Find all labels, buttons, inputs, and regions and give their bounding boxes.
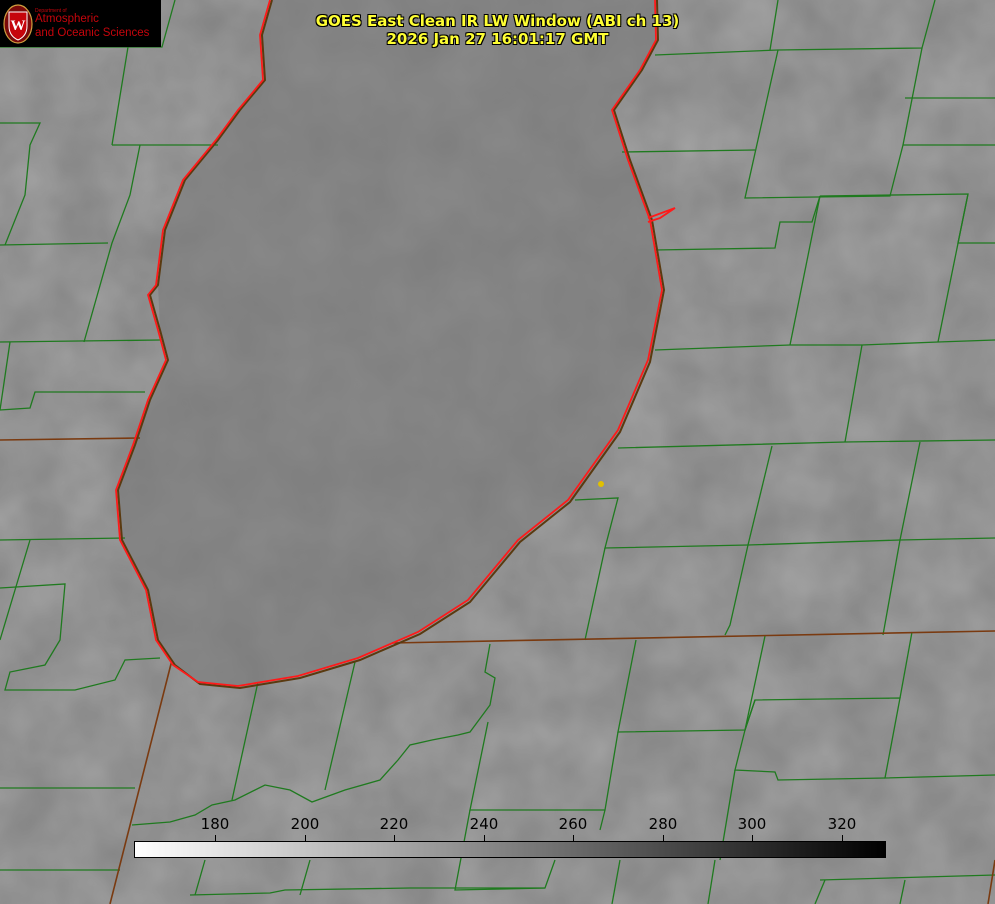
location-marker [598, 481, 604, 487]
colorbar-tick-label: 320 [827, 815, 857, 833]
temperature-colorbar [134, 841, 886, 858]
colorbar-tick-mark [305, 835, 306, 841]
colorbar-tick-mark [842, 835, 843, 841]
image-title: GOES East Clean IR LW Window (ABI ch 13) [315, 12, 680, 30]
colorbar-tick-mark [484, 835, 485, 841]
colorbar-tick-mark [752, 835, 753, 841]
colorbar-tick-label: 220 [379, 815, 409, 833]
colorbar-tick-label: 200 [290, 815, 320, 833]
colorbar-tick-label: 280 [648, 815, 678, 833]
satellite-map: W Department of Atmospheric and Oceanic … [0, 0, 995, 904]
image-timestamp: 2026 Jan 27 16:01:17 GMT [386, 30, 609, 48]
colorbar-tick-label: 300 [737, 815, 767, 833]
colorbar-tick-label: 180 [200, 815, 230, 833]
map-canvas [0, 0, 995, 904]
colorbar-tick-mark [573, 835, 574, 841]
colorbar-tick-mark [215, 835, 216, 841]
colorbar-tick-label: 260 [558, 815, 588, 833]
colorbar-tick-mark [394, 835, 395, 841]
colorbar-tick-mark [663, 835, 664, 841]
colorbar-tick-label: 240 [469, 815, 499, 833]
